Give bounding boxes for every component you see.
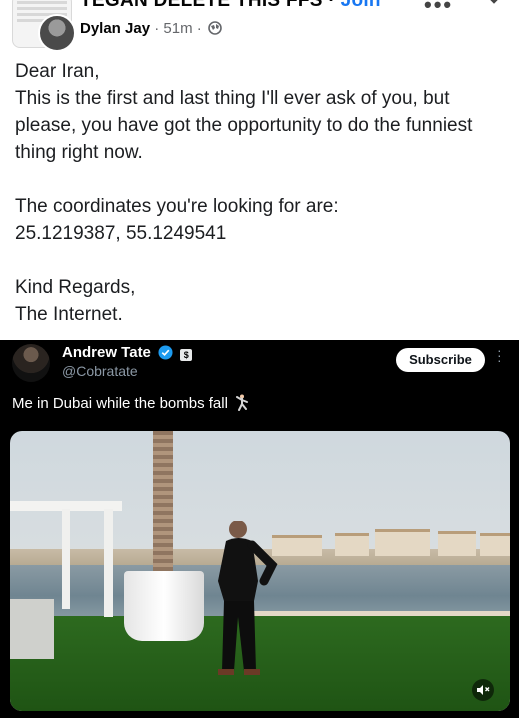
verified-badge-icon [158, 345, 173, 360]
more-options-icon[interactable]: ••• [424, 0, 453, 18]
tweet-text-content: Me in Dubai while the bombs fall [12, 395, 228, 412]
dancing-man-emoji-icon [236, 394, 249, 411]
tweet-text: Me in Dubai while the bombs fall [12, 394, 249, 412]
embedded-tweet[interactable]: Andrew Tate $ @Cobratate Subscribe · · · M… [0, 340, 519, 718]
coordinates-text: 25.1219387, 55.1249541 [15, 223, 227, 244]
author-line: Dylan Jay · 51m · [80, 20, 222, 37]
post-line: Dear Iran, [15, 61, 100, 82]
affiliate-badge-icon: $ [180, 349, 193, 361]
tweet-handle[interactable]: @Cobratate [62, 363, 138, 379]
author-name[interactable]: Dylan Jay [80, 20, 150, 37]
author-avatar[interactable] [38, 14, 76, 52]
join-button[interactable]: Join [341, 0, 381, 11]
villa [480, 533, 510, 556]
subscribe-button[interactable]: Subscribe [396, 348, 485, 372]
palm-tree [153, 431, 173, 581]
tweet-author[interactable]: Andrew Tate $ [62, 344, 193, 361]
villa [375, 529, 430, 556]
globe-icon [208, 21, 222, 35]
tweet-author-name[interactable]: Andrew Tate [62, 344, 151, 361]
planter [124, 571, 204, 641]
speaker-muted-icon [477, 685, 490, 695]
group-title[interactable]: TEGAN DELETE THIS FFS · Join [80, 0, 381, 12]
lounge-chair [10, 599, 54, 659]
group-name[interactable]: TEGAN DELETE THIS FFS [80, 0, 323, 11]
tweet-avatar[interactable] [12, 344, 50, 382]
close-icon[interactable] [480, 0, 508, 16]
pergola-post [104, 509, 113, 617]
post-time[interactable]: 51m [163, 20, 192, 37]
tweet-video[interactable] [10, 431, 510, 711]
pergola-post [62, 509, 70, 609]
post-line: The Internet. [15, 304, 123, 325]
man-figure [218, 521, 278, 675]
post-line: This is the first and last thing I'll ev… [15, 88, 473, 163]
post-body: Dear Iran, This is the first and last th… [15, 58, 510, 328]
villa [438, 531, 476, 556]
tweet-more-icon[interactable]: · · · [497, 343, 502, 367]
post-line: Kind Regards, [15, 277, 136, 298]
villa [335, 533, 369, 556]
post-line: The coordinates you're looking for are: [15, 196, 339, 217]
post-header: TEGAN DELETE THIS FFS · Join Dylan Jay ·… [0, 0, 519, 52]
mute-button[interactable] [472, 679, 494, 701]
